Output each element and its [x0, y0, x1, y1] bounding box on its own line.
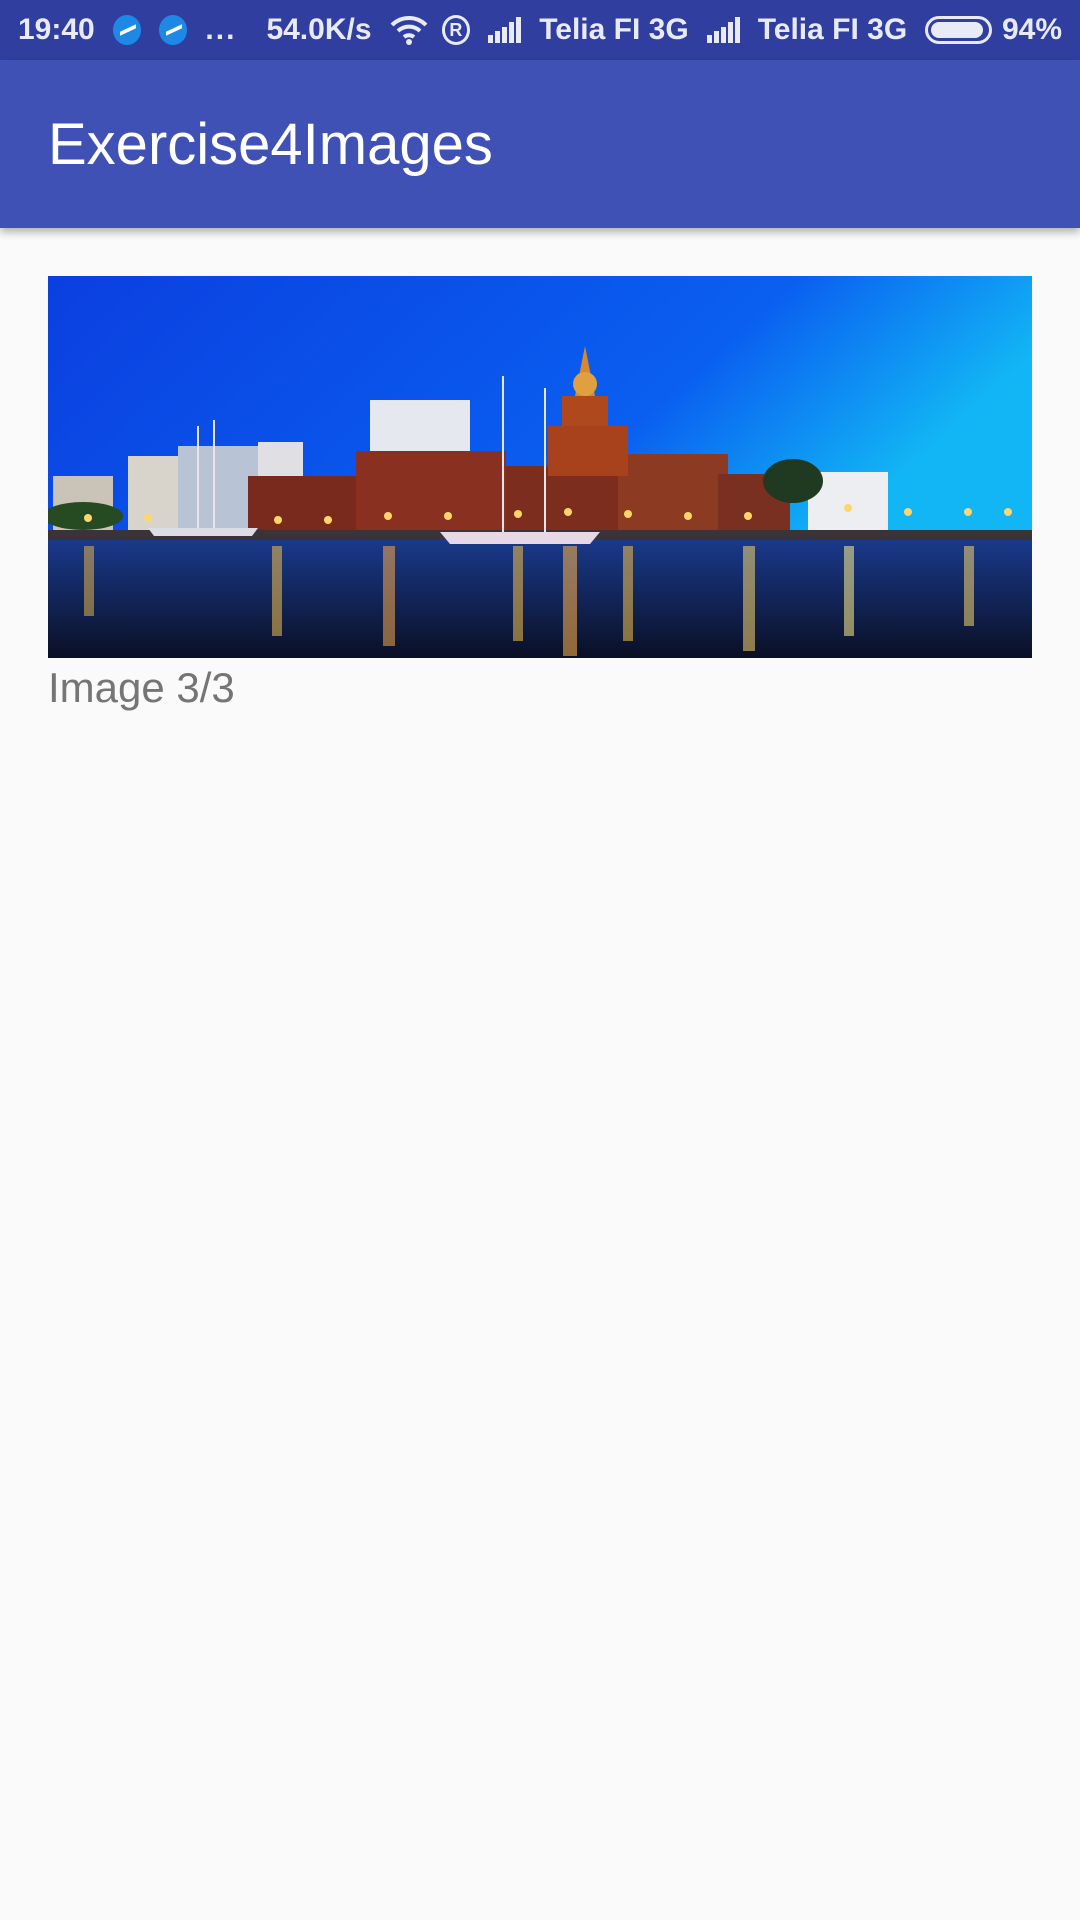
wifi-icon — [390, 15, 428, 45]
image-caption: Image 3/3 — [48, 664, 235, 711]
status-bar: 19:40 ... 54.0K/s R Telia FI 3G Telia FI… — [0, 0, 1080, 60]
app-bar: Exercise4Images — [0, 60, 1080, 228]
messenger-icon — [159, 15, 188, 45]
battery-fill — [931, 22, 983, 38]
network-speed: 54.0K/s — [266, 13, 372, 46]
signal-icon — [488, 17, 523, 43]
status-time: 19:40 — [18, 13, 95, 46]
carrier-name-1: Telia FI 3G — [539, 13, 689, 46]
signal-icon — [706, 17, 742, 43]
battery-percent: 94% — [1001, 13, 1063, 46]
carrier-name-2: Telia FI 3G — [757, 13, 908, 46]
harbour-photo — [48, 276, 1032, 658]
registered-icon: R — [441, 15, 471, 45]
messenger-icon — [112, 15, 142, 45]
more-notifications-icon: ... — [205, 13, 237, 46]
app-title: Exercise4Images — [48, 111, 493, 177]
battery-icon — [925, 16, 992, 44]
